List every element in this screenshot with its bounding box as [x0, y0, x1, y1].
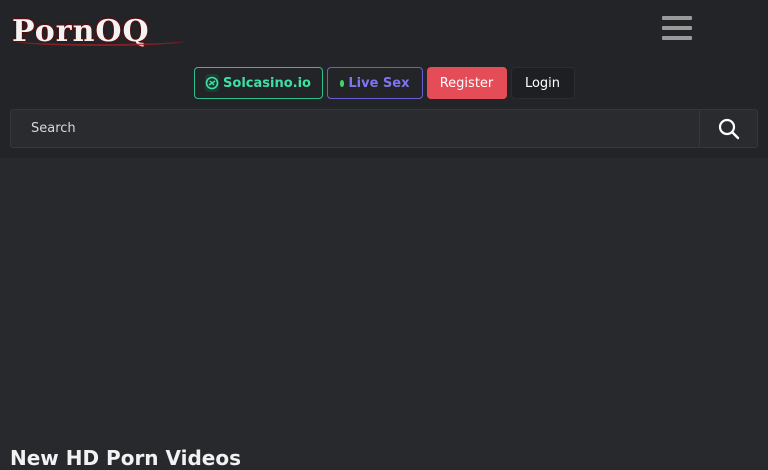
live-sex-label: Live Sex: [348, 75, 410, 91]
search-input[interactable]: [11, 110, 699, 147]
hamburger-menu-icon[interactable]: [662, 16, 692, 40]
register-button[interactable]: Register: [426, 67, 507, 99]
solcasino-label: Solcasino.io: [223, 75, 311, 91]
hamburger-bar: [662, 26, 692, 30]
hamburger-bar: [662, 36, 692, 40]
section-title: New HD Porn Videos: [10, 446, 242, 470]
hamburger-bar: [662, 16, 692, 20]
site-logo[interactable]: PornOQ: [10, 12, 190, 52]
header-button-row: Solcasino.io Live Sex Register Login: [0, 67, 768, 99]
site-header: PornOQ Solcasino.io Live Sex Register Lo…: [0, 0, 768, 158]
live-sex-button[interactable]: Live Sex: [326, 67, 423, 99]
search-bar: [10, 109, 758, 148]
login-button[interactable]: Login: [510, 67, 575, 99]
live-dot-icon: [339, 79, 345, 87]
logo-swoosh: [14, 36, 184, 46]
ad-placeholder-area: [0, 158, 768, 438]
search-button[interactable]: [699, 110, 757, 147]
search-icon: [718, 118, 739, 139]
solcasino-icon: [205, 74, 220, 92]
solcasino-button[interactable]: Solcasino.io: [193, 67, 323, 99]
